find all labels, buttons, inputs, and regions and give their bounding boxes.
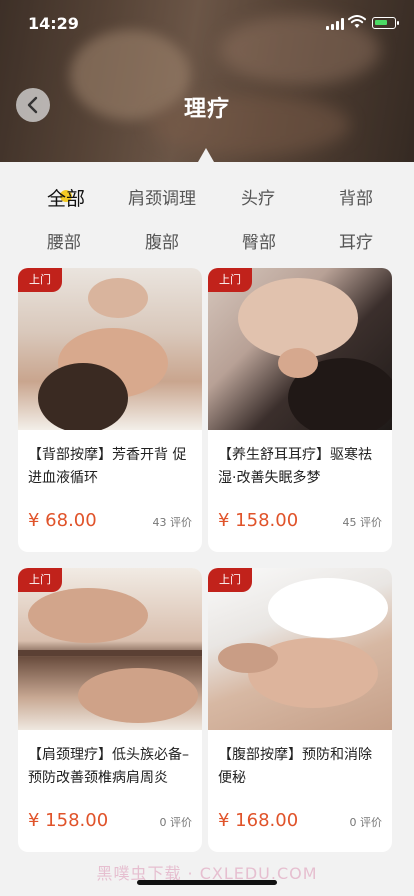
product-price: ¥ 158.00: [218, 510, 299, 531]
category-waist[interactable]: 腰部: [14, 228, 114, 253]
product-price: ¥ 158.00: [28, 810, 109, 831]
page-title: 理疗: [183, 97, 230, 122]
product-image: [208, 268, 392, 430]
category-label: 腰部: [47, 233, 81, 253]
category-label: 肩颈调理: [128, 189, 196, 209]
product-image: [18, 568, 202, 730]
review-count: 0 评价: [349, 816, 383, 829]
battery-charging-icon: [372, 17, 399, 29]
product-title: 【肩颈理疗】低头族必备–预防改善颈椎病肩周炎: [28, 747, 189, 786]
onsite-badge: 上门: [208, 268, 252, 292]
category-label: 头疗: [241, 189, 275, 209]
category-ear[interactable]: 耳疗: [306, 228, 406, 253]
product-price: ¥ 168.00: [218, 810, 299, 831]
category-abdomen[interactable]: 腹部: [112, 228, 212, 253]
product-card[interactable]: 上门 【肩颈理疗】低头族必备–预防改善颈椎病肩周炎 ¥ 158.00 0 评价: [18, 568, 202, 852]
category-head[interactable]: 头疗: [208, 184, 308, 209]
category-back[interactable]: 背部: [306, 184, 406, 209]
product-image: [208, 568, 392, 730]
category-all[interactable]: 全部: [16, 184, 116, 211]
product-title: 【腹部按摩】预防和消除便秘: [218, 747, 372, 786]
product-image: [18, 268, 202, 430]
status-time: 14:29: [28, 14, 79, 33]
category-hip[interactable]: 臀部: [209, 228, 309, 253]
product-card[interactable]: 上门 【腹部按摩】预防和消除便秘 ¥ 168.00 0 评价: [208, 568, 392, 852]
category-shoulder-neck[interactable]: 肩颈调理: [112, 184, 212, 209]
category-label: 背部: [339, 189, 373, 209]
category-label: 臀部: [242, 233, 276, 253]
home-indicator: [137, 880, 277, 885]
tab-pointer: [198, 148, 214, 162]
onsite-badge: 上门: [208, 568, 252, 592]
product-title: 【背部按摩】芳香开背 促进血液循环: [28, 447, 187, 486]
category-label: 耳疗: [339, 233, 373, 253]
review-count: 45 评价: [342, 516, 383, 529]
category-filter: 全部 肩颈调理 头疗 背部 腰部 腹部 臀部 耳疗: [0, 162, 414, 262]
review-count: 0 评价: [159, 816, 193, 829]
category-label: 全部: [46, 188, 85, 210]
cellular-signal-icon: [326, 18, 344, 30]
wifi-icon: [348, 15, 366, 28]
product-price: ¥ 68.00: [28, 510, 97, 531]
onsite-badge: 上门: [18, 568, 62, 592]
product-card[interactable]: 上门 【养生舒耳耳疗】驱寒祛湿·改善失眠多梦 ¥ 158.00 45 评价: [208, 268, 392, 552]
product-title: 【养生舒耳耳疗】驱寒祛湿·改善失眠多梦: [218, 447, 372, 486]
onsite-badge: 上门: [18, 268, 62, 292]
review-count: 43 评价: [152, 516, 193, 529]
product-card[interactable]: 上门 【背部按摩】芳香开背 促进血液循环 ¥ 68.00 43 评价: [18, 268, 202, 552]
status-bar: 14:29: [0, 0, 414, 48]
category-label: 腹部: [145, 233, 179, 253]
